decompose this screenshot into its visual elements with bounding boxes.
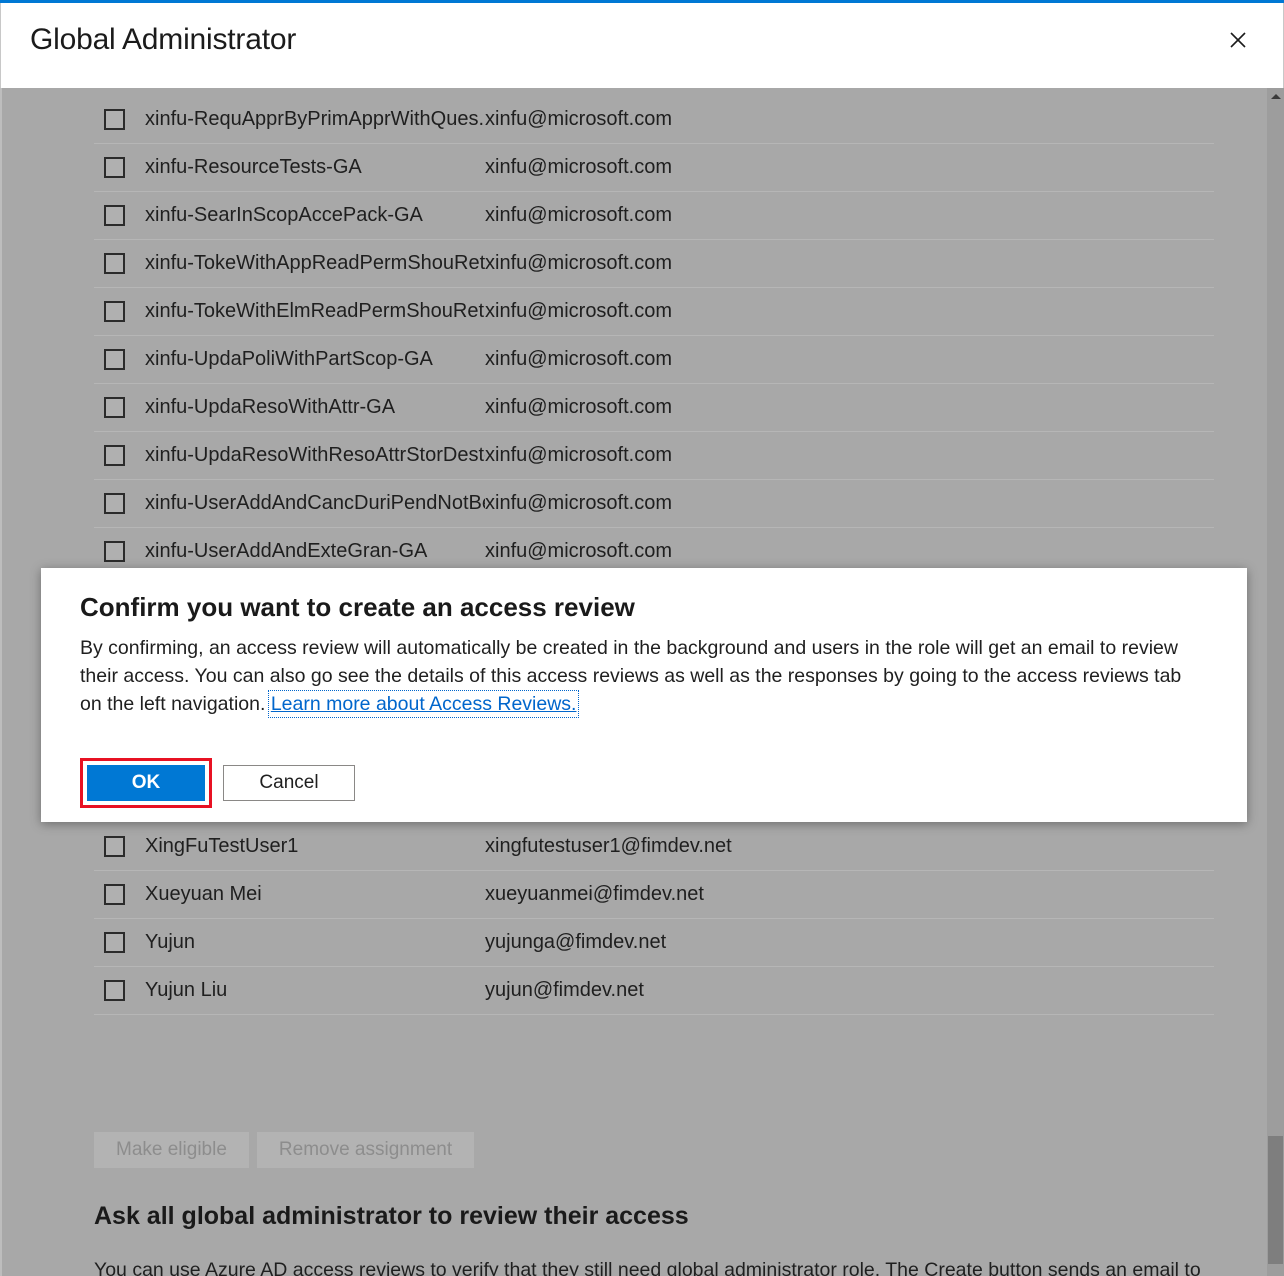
member-email: xinfu@microsoft.com bbox=[485, 156, 673, 178]
close-icon bbox=[1229, 31, 1247, 49]
learn-more-link[interactable]: Learn more about Access Reviews. bbox=[267, 690, 580, 718]
table-row[interactable]: xinfu-UpdaResoWithAttr-GA xinfu@microsof… bbox=[94, 384, 1214, 432]
ok-button-highlight: OK bbox=[80, 758, 212, 808]
member-name: xinfu-UpdaResoWithResoAttrStorDest-... bbox=[145, 444, 485, 466]
table-row[interactable]: xinfu-UserAddAndCancDuriPendNotBe... xin… bbox=[94, 480, 1214, 528]
dialog-title: Confirm you want to create an access rev… bbox=[80, 592, 635, 622]
member-name: xinfu-UpdaPoliWithPartScop-GA bbox=[145, 348, 433, 370]
member-name: xinfu-SearInScopAccePack-GA bbox=[145, 204, 423, 226]
confirm-access-review-dialog: Confirm you want to create an access rev… bbox=[41, 568, 1247, 822]
left-gutter bbox=[0, 88, 2, 1276]
member-email: xueyuanmei@fimdev.net bbox=[485, 883, 704, 905]
row-checkbox[interactable] bbox=[104, 301, 125, 322]
member-name: Yujun Liu bbox=[145, 979, 228, 1001]
dialog-body-text: By confirming, an access review will aut… bbox=[80, 637, 1182, 715]
member-name: xinfu-RequApprByPrimApprWithQues... bbox=[145, 108, 485, 130]
ok-button[interactable]: OK bbox=[87, 765, 205, 801]
scrollbar-thumb[interactable] bbox=[1268, 1136, 1283, 1264]
dialog-body: By confirming, an access review will aut… bbox=[80, 634, 1205, 718]
row-checkbox[interactable] bbox=[104, 157, 125, 178]
member-email: yujunga@fimdev.net bbox=[485, 931, 667, 953]
member-email: xingfutestuser1@fimdev.net bbox=[485, 835, 732, 857]
table-row[interactable]: Yujun yujunga@fimdev.net bbox=[94, 919, 1214, 967]
member-name: xinfu-TokeWithAppReadPermShouRetu... bbox=[145, 252, 485, 274]
member-email: xinfu@microsoft.com bbox=[485, 444, 673, 466]
blade-root: Global Administrator xinfu-RequApprByPri… bbox=[0, 0, 1284, 1276]
member-email: xinfu@microsoft.com bbox=[485, 492, 673, 514]
page-title: Global Administrator bbox=[30, 23, 297, 56]
row-checkbox[interactable] bbox=[104, 397, 125, 418]
row-checkbox[interactable] bbox=[104, 541, 125, 562]
table-row[interactable]: Xueyuan Mei xueyuanmei@fimdev.net bbox=[94, 871, 1214, 919]
close-button[interactable] bbox=[1221, 23, 1255, 57]
member-email: xinfu@microsoft.com bbox=[485, 300, 673, 322]
access-review-heading: Ask all global administrator to review t… bbox=[94, 1202, 689, 1230]
member-email: xinfu@microsoft.com bbox=[485, 252, 673, 274]
make-eligible-button[interactable]: Make eligible bbox=[94, 1132, 249, 1168]
row-checkbox[interactable] bbox=[104, 205, 125, 226]
row-checkbox[interactable] bbox=[104, 932, 125, 953]
member-list-lower: XingFuTestUser1 xingfutestuser1@fimdev.n… bbox=[94, 823, 1214, 1015]
table-row[interactable]: Yujun Liu yujun@fimdev.net bbox=[94, 967, 1214, 1015]
member-name: xinfu-TokeWithElmReadPermShouRetu... bbox=[145, 300, 485, 322]
row-checkbox[interactable] bbox=[104, 445, 125, 466]
member-name: xinfu-UpdaResoWithAttr-GA bbox=[145, 396, 396, 418]
row-checkbox[interactable] bbox=[104, 493, 125, 514]
scroll-up-button[interactable] bbox=[1267, 88, 1284, 105]
table-row[interactable]: xinfu-TokeWithElmReadPermShouRetu... xin… bbox=[94, 288, 1214, 336]
table-row[interactable]: xinfu-SearInScopAccePack-GA xinfu@micros… bbox=[94, 192, 1214, 240]
row-checkbox[interactable] bbox=[104, 884, 125, 905]
member-name: xinfu-UserAddAndExteGran-GA bbox=[145, 540, 428, 562]
dialog-button-row: OK Cancel bbox=[80, 758, 355, 808]
blade-header: Global Administrator bbox=[0, 3, 1284, 88]
member-email: xinfu@microsoft.com bbox=[485, 348, 673, 370]
bulk-actions-toolbar: Make eligible Remove assignment bbox=[94, 1132, 475, 1168]
table-row[interactable]: xinfu-RequApprByPrimApprWithQues... xinf… bbox=[94, 96, 1214, 144]
member-name: xinfu-UserAddAndCancDuriPendNotBe... bbox=[145, 492, 485, 514]
member-email: xinfu@microsoft.com bbox=[485, 108, 673, 130]
remove-assignment-button[interactable]: Remove assignment bbox=[256, 1132, 475, 1168]
chevron-up-icon bbox=[1270, 94, 1281, 99]
member-email: yujun@fimdev.net bbox=[485, 979, 644, 1001]
vertical-scrollbar[interactable] bbox=[1267, 88, 1284, 1276]
table-row[interactable]: xinfu-TokeWithAppReadPermShouRetu... xin… bbox=[94, 240, 1214, 288]
table-row[interactable]: xinfu-UpdaResoWithResoAttrStorDest-... x… bbox=[94, 432, 1214, 480]
row-checkbox[interactable] bbox=[104, 109, 125, 130]
member-list-upper: xinfu-RequApprByPrimApprWithQues... xinf… bbox=[94, 96, 1214, 576]
table-row[interactable]: xinfu-UpdaPoliWithPartScop-GA xinfu@micr… bbox=[94, 336, 1214, 384]
row-checkbox[interactable] bbox=[104, 836, 125, 857]
member-name: Xueyuan Mei bbox=[145, 883, 262, 905]
row-checkbox[interactable] bbox=[104, 349, 125, 370]
member-email: xinfu@microsoft.com bbox=[485, 204, 673, 226]
member-email: xinfu@microsoft.com bbox=[485, 396, 673, 418]
table-row[interactable]: XingFuTestUser1 xingfutestuser1@fimdev.n… bbox=[94, 823, 1214, 871]
member-email: xinfu@microsoft.com bbox=[485, 540, 673, 562]
access-review-description: You can use Azure AD access reviews to v… bbox=[94, 1259, 1201, 1276]
row-checkbox[interactable] bbox=[104, 980, 125, 1001]
member-name: XingFuTestUser1 bbox=[145, 835, 299, 857]
table-row[interactable]: xinfu-ResourceTests-GA xinfu@microsoft.c… bbox=[94, 144, 1214, 192]
row-checkbox[interactable] bbox=[104, 253, 125, 274]
member-name: Yujun bbox=[145, 931, 196, 953]
cancel-button[interactable]: Cancel bbox=[223, 765, 355, 801]
member-name: xinfu-ResourceTests-GA bbox=[145, 156, 362, 178]
